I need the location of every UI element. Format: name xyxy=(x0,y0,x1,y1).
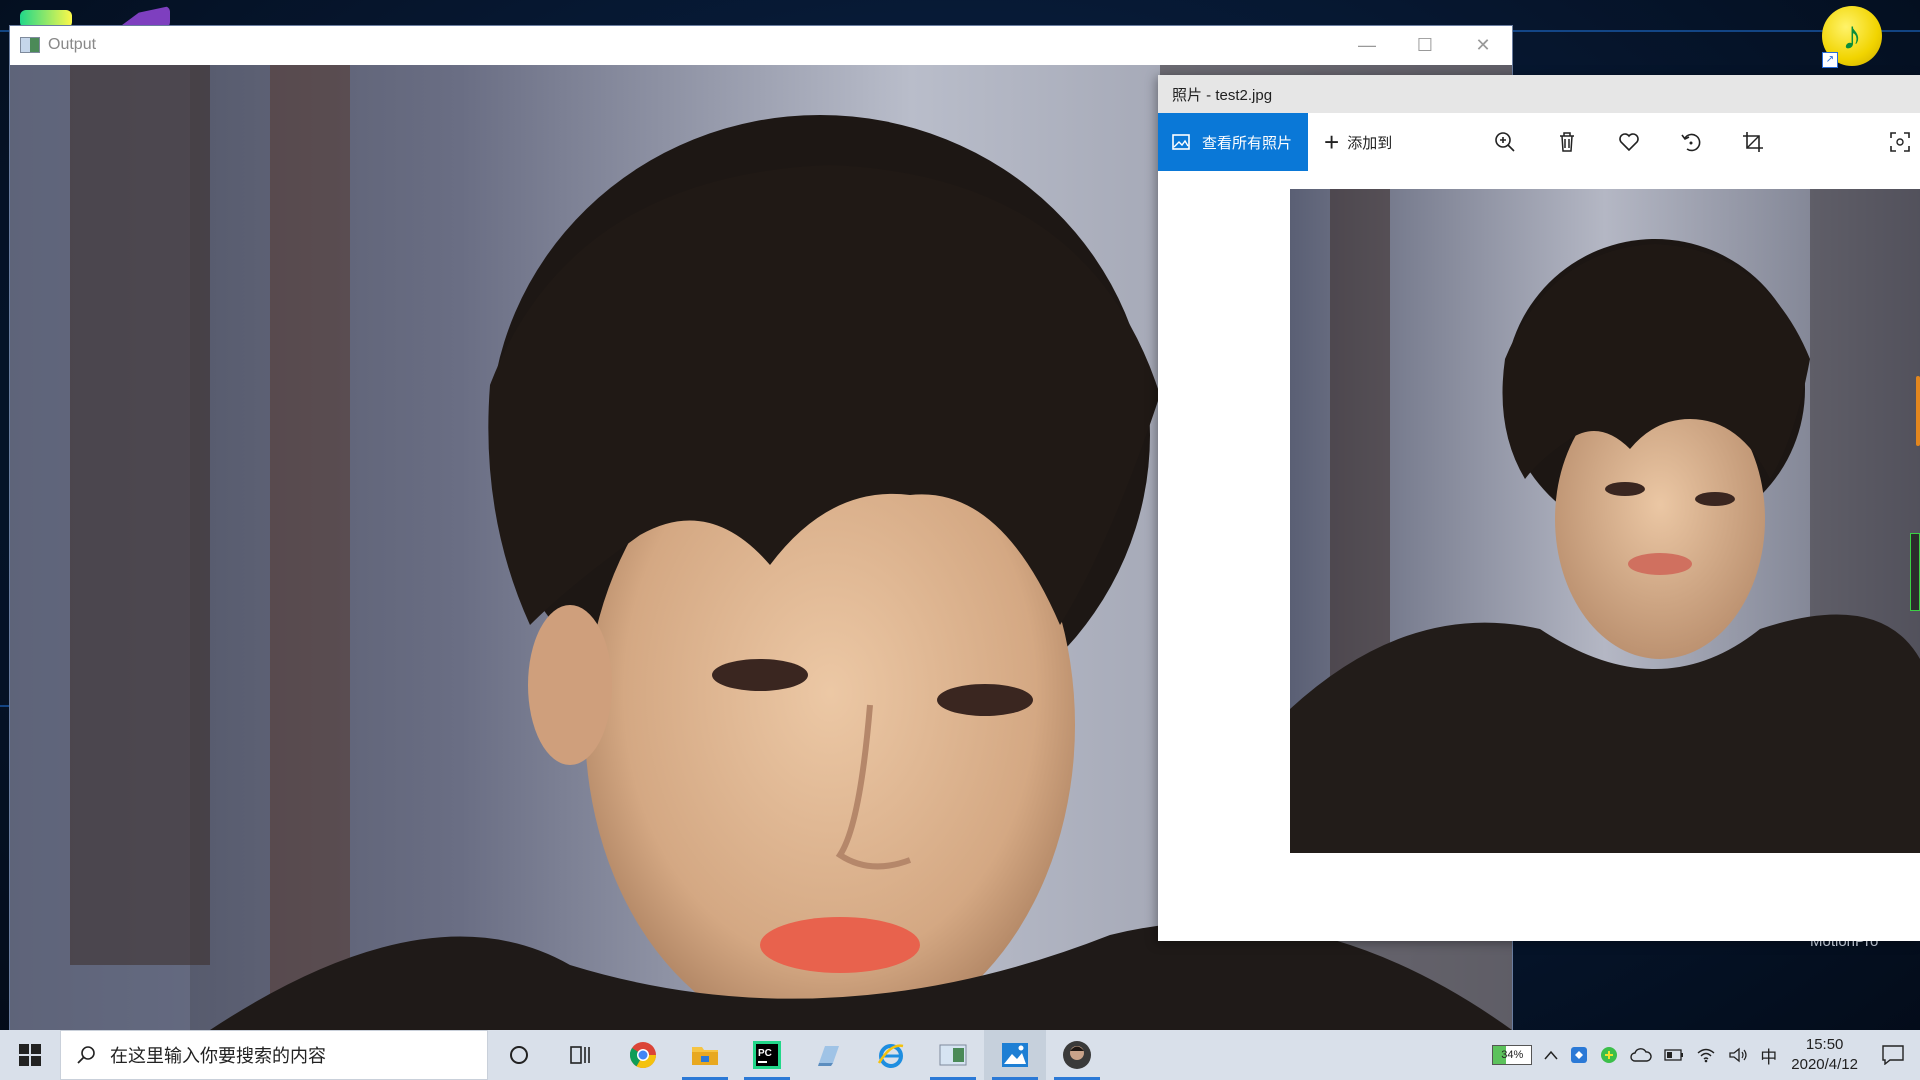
action-center-button[interactable] xyxy=(1878,1042,1908,1068)
gallery-icon xyxy=(1172,134,1190,150)
shortcut-arrow-icon: ↗ xyxy=(1822,52,1838,68)
speaker-icon xyxy=(1729,1047,1747,1063)
battery-icon: 34% xyxy=(1492,1045,1533,1065)
cortana-button[interactable] xyxy=(488,1030,550,1080)
battery-percent: 34% xyxy=(1501,1049,1524,1061)
clock-time: 15:50 xyxy=(1805,1036,1844,1053)
network-button[interactable] xyxy=(1696,1030,1716,1080)
search-icon xyxy=(77,1046,95,1064)
view-all-photos-label: 查看所有照片 xyxy=(1202,134,1293,152)
pycharm-icon: PC xyxy=(753,1041,781,1069)
tray-app-green[interactable] xyxy=(1600,1030,1618,1080)
delete-icon[interactable] xyxy=(1555,130,1579,154)
photo-viewer[interactable] xyxy=(1158,171,1920,941)
app-icon xyxy=(818,1046,839,1066)
scroll-indicator[interactable] xyxy=(1916,376,1920,446)
taskbar-search-box[interactable]: 在这里输入你要搜索的内容 xyxy=(60,1030,488,1080)
add-to-button[interactable]: + 添加到 xyxy=(1324,127,1392,158)
windows-logo-icon xyxy=(19,1044,41,1066)
clock-date: 2020/4/12 xyxy=(1791,1056,1858,1073)
avatar-app-icon xyxy=(1063,1041,1091,1069)
cloud-icon xyxy=(1630,1048,1652,1062)
volume-indicator xyxy=(1910,533,1920,611)
avatar-app-button[interactable] xyxy=(1046,1030,1108,1080)
task-view-button[interactable] xyxy=(550,1030,612,1080)
fullscreen-icon[interactable] xyxy=(1888,130,1912,154)
output-app-icon xyxy=(939,1044,967,1066)
cortana-icon xyxy=(510,1046,528,1064)
maximize-button[interactable]: ☐ xyxy=(1396,26,1454,64)
chrome-icon xyxy=(629,1042,657,1069)
rotate-icon[interactable] xyxy=(1679,130,1703,154)
view-all-photos-button[interactable]: 查看所有照片 xyxy=(1158,113,1308,171)
photos-titlebar[interactable]: 照片 - test2.jpg xyxy=(1158,75,1920,113)
chevron-up-icon xyxy=(1544,1050,1558,1060)
power-button[interactable] xyxy=(1664,1030,1684,1080)
output-app-button[interactable] xyxy=(922,1030,984,1080)
ie-button[interactable] xyxy=(860,1030,922,1080)
tray-sync-icon xyxy=(1601,1047,1618,1063)
photos-icon xyxy=(1002,1043,1028,1067)
battery-indicator[interactable]: 34% xyxy=(1492,1030,1533,1080)
file-explorer-button[interactable] xyxy=(674,1030,736,1080)
photos-window[interactable]: 照片 - test2.jpg 查看所有照片 + 添加到 xyxy=(1158,75,1920,941)
clock[interactable]: 15:50 2020/4/12 xyxy=(1791,1035,1858,1075)
volume-button[interactable] xyxy=(1728,1030,1748,1080)
photos-button[interactable] xyxy=(984,1030,1046,1080)
tray-puzzle-icon xyxy=(1571,1047,1588,1063)
photo-image xyxy=(1290,189,1920,853)
notification-icon xyxy=(1882,1045,1904,1065)
crop-icon[interactable] xyxy=(1741,130,1765,154)
file-explorer-icon xyxy=(692,1047,718,1065)
app-button[interactable] xyxy=(798,1030,860,1080)
wifi-icon xyxy=(1697,1048,1715,1063)
visual-studio-desktop-icon[interactable] xyxy=(118,6,170,28)
search-placeholder: 在这里输入你要搜索的内容 xyxy=(110,1046,326,1066)
onedrive-button[interactable] xyxy=(1630,1030,1652,1080)
task-view-icon xyxy=(570,1046,590,1064)
plus-icon: + xyxy=(1324,126,1340,157)
show-hidden-icons-button[interactable] xyxy=(1544,1030,1558,1080)
photos-toolbar: 查看所有照片 + 添加到 xyxy=(1158,113,1920,171)
svg-text:PC: PC xyxy=(758,1048,772,1059)
output-window-title: Output xyxy=(48,36,97,53)
add-to-label: 添加到 xyxy=(1347,134,1393,152)
output-titlebar[interactable]: Output — ☐ ✕ xyxy=(10,26,1512,64)
ie-icon xyxy=(877,1044,904,1068)
close-button[interactable]: ✕ xyxy=(1454,26,1512,64)
minimize-button[interactable]: — xyxy=(1338,26,1396,64)
start-button[interactable] xyxy=(0,1030,60,1080)
chrome-button[interactable] xyxy=(612,1030,674,1080)
output-app-icon xyxy=(20,37,40,53)
tray-app-blue[interactable] xyxy=(1570,1030,1588,1080)
photos-window-title: 照片 - test2.jpg xyxy=(1172,86,1273,104)
favorite-heart-icon[interactable] xyxy=(1617,130,1641,154)
system-tray: 34% 中 15:50 2020/4/12 xyxy=(1486,1030,1920,1080)
input-method-indicator[interactable]: 中 xyxy=(1760,1030,1777,1080)
battery-small-icon xyxy=(1664,1049,1684,1061)
zoom-in-icon[interactable] xyxy=(1493,130,1517,154)
pycharm-button[interactable]: PC xyxy=(736,1030,798,1080)
